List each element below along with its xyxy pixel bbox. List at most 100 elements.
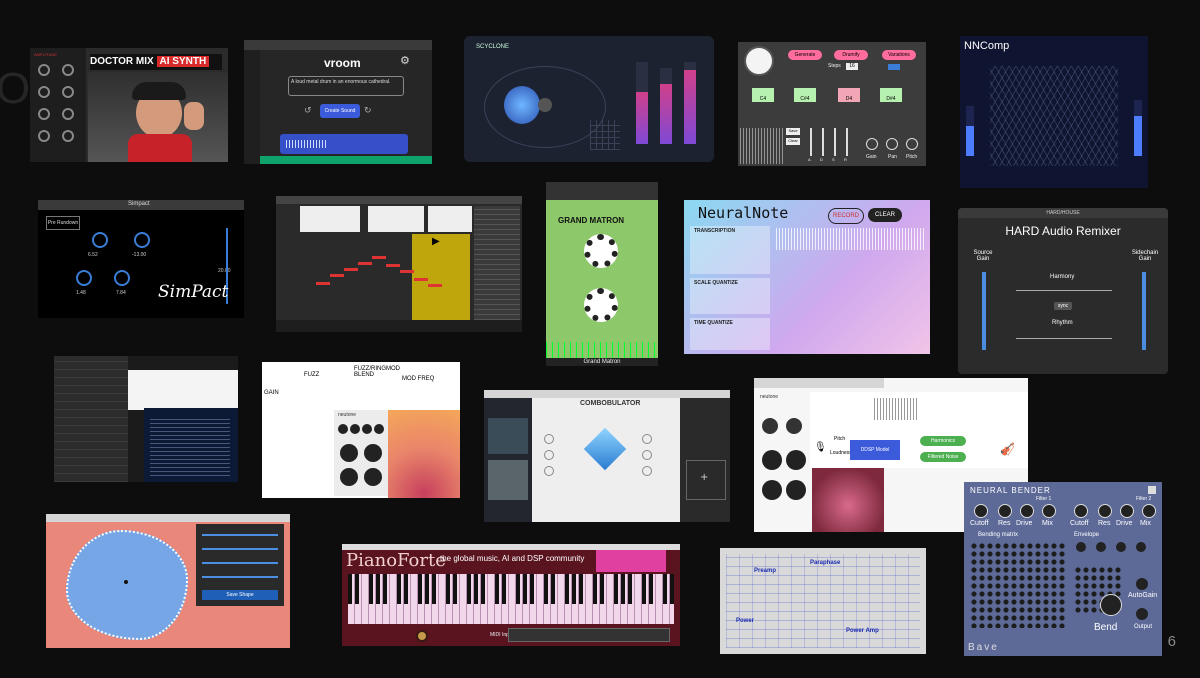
knob[interactable] [62,130,74,142]
knob[interactable] [762,450,782,470]
knob[interactable] [998,504,1012,518]
knob[interactable] [642,466,652,476]
knob[interactable] [544,434,554,444]
menu-icon[interactable] [1148,486,1156,494]
record-button[interactable]: RECORD [828,208,864,224]
knob[interactable] [340,444,358,462]
adsr-slider[interactable] [822,128,824,156]
output-meter[interactable] [1134,100,1142,156]
knob[interactable] [38,108,50,120]
pad[interactable]: D4 [838,88,860,102]
sidechain-gain-slider[interactable] [1142,272,1146,350]
envelope-knob[interactable] [1096,542,1106,552]
knob[interactable] [38,64,50,76]
pianoforte-knob[interactable] [416,630,428,642]
envelope-knob[interactable] [1116,542,1126,552]
knob[interactable] [338,424,348,434]
toggle[interactable] [888,64,900,70]
sync-button[interactable]: sync [1054,302,1072,310]
pitch-knob[interactable] [906,138,918,150]
rhythm-slider[interactable] [1016,338,1112,339]
knob[interactable] [362,424,372,434]
drumify-button[interactable]: Drumify [834,50,868,60]
knob[interactable] [374,424,384,434]
gain-knob[interactable] [866,138,878,150]
source-gain-slider[interactable] [982,272,986,350]
grand-matron-knob-bottom[interactable] [584,288,618,322]
pad[interactable]: D#4 [880,88,902,102]
harmony-slider[interactable] [1016,290,1112,291]
level-meter[interactable] [660,68,672,144]
scyclone-center-knob[interactable] [538,98,552,112]
clear-button[interactable]: CLEAR [868,208,902,222]
variations-button[interactable]: Variations [882,50,916,60]
knob[interactable] [1042,504,1056,518]
knob[interactable] [62,108,74,120]
steps-field[interactable]: 16 [846,63,858,70]
redo-icon[interactable]: ↻ [364,106,372,116]
knob[interactable] [1120,504,1134,518]
knob[interactable] [350,424,360,434]
knob[interactable] [762,418,778,434]
knob[interactable] [76,270,92,286]
knob[interactable] [786,480,806,500]
autogain-knob[interactable] [1136,578,1148,590]
envelope-knob[interactable] [1136,542,1146,552]
undo-icon[interactable]: ↺ [304,106,312,116]
midi-input-select[interactable] [508,628,670,642]
prompt-input[interactable]: A loud metal drum in an enormous cathedr… [288,76,404,96]
plus-icon[interactable]: + [700,472,708,483]
knob[interactable] [92,232,108,248]
pad[interactable]: C#4 [794,88,816,102]
knob[interactable] [642,434,652,444]
knob[interactable] [786,450,806,470]
knob[interactable] [134,232,150,248]
note-grid[interactable] [776,254,926,350]
knob[interactable] [1020,504,1034,518]
bending-matrix[interactable] [970,542,1066,628]
save-shape-button[interactable]: Save Shape [202,590,278,600]
clear-button[interactable]: Clear [786,138,800,145]
gear-icon[interactable]: ⚙ [400,54,410,67]
save-button[interactable]: Save [786,128,800,135]
input-meter[interactable] [966,106,974,156]
generate-button[interactable]: Generate [788,50,822,60]
adsr-slider[interactable] [846,128,848,156]
level-meter[interactable] [684,62,696,144]
knob[interactable] [1074,504,1088,518]
knob[interactable] [364,468,382,486]
knob[interactable] [114,270,130,286]
knob[interactable] [364,444,382,462]
knob[interactable] [62,64,74,76]
knob[interactable] [544,466,554,476]
knob[interactable] [762,480,782,500]
knob[interactable] [1098,504,1112,518]
adsr-slider[interactable] [834,128,836,156]
knob[interactable] [974,504,988,518]
grand-matron-knob-top[interactable] [584,234,618,268]
knob[interactable] [38,130,50,142]
adsr-slider[interactable] [810,128,812,156]
bend-knob[interactable] [1100,594,1122,616]
level-meter[interactable] [636,62,648,144]
pan-knob[interactable] [886,138,898,150]
output-knob[interactable] [1136,608,1148,620]
blob-shape[interactable] [66,530,188,640]
envelope-knob[interactable] [1076,542,1086,552]
slider[interactable] [202,548,278,550]
pre-rundown-button[interactable]: Pre Rundown [46,216,80,230]
knob[interactable] [642,450,652,460]
play-icon[interactable]: ▶ [432,236,440,247]
knob[interactable] [544,450,554,460]
scyclone-blob[interactable] [504,86,540,124]
knob[interactable] [62,86,74,98]
slider[interactable] [202,562,278,564]
knob[interactable] [786,418,802,434]
knob[interactable] [340,468,358,486]
pad[interactable]: C4 [752,88,774,102]
slider[interactable] [202,576,278,578]
knob[interactable] [38,86,50,98]
slider[interactable] [202,534,278,536]
knob[interactable] [1142,504,1156,518]
create-sound-button[interactable]: Create Sound [320,104,360,118]
